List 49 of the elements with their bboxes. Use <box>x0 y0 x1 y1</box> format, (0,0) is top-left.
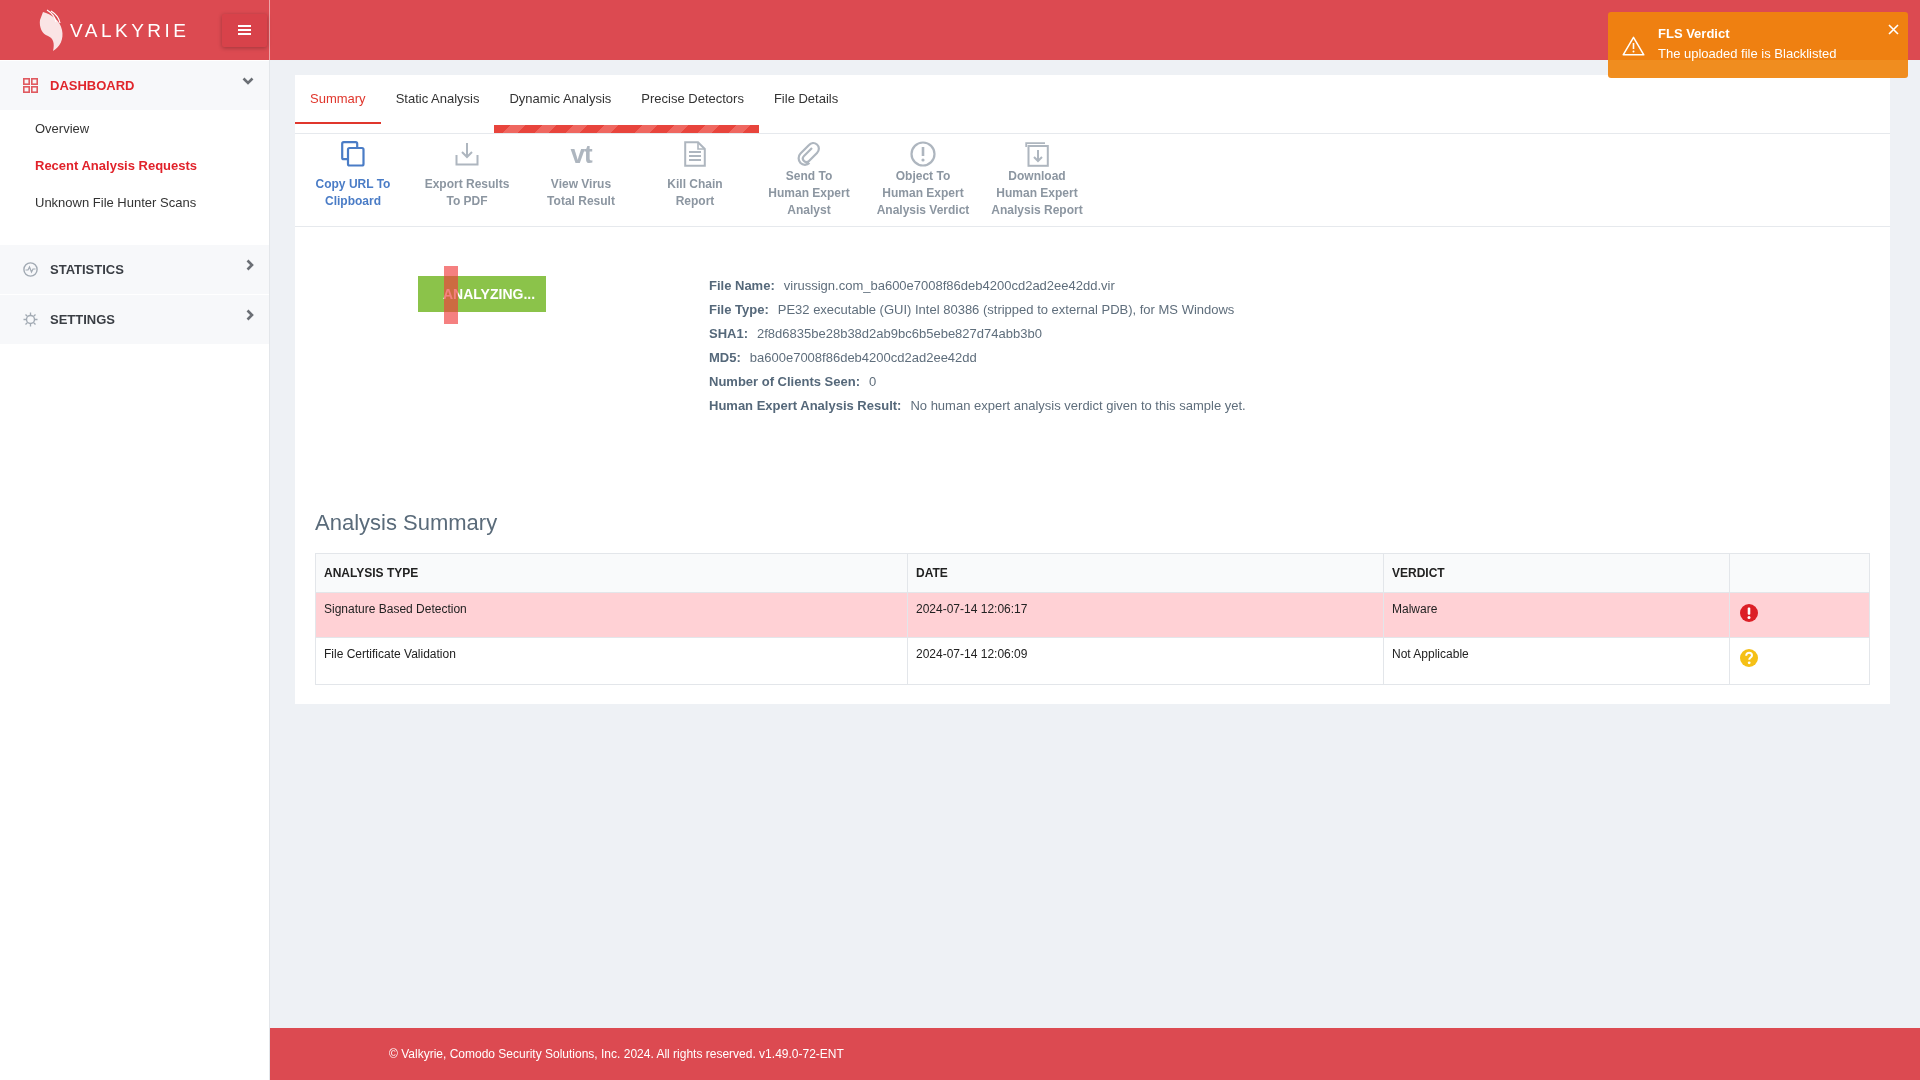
info-label: File Type: <box>709 301 769 319</box>
exclamation-circle-icon <box>910 141 936 167</box>
info-value: virussign.com_ba600e7008f86deb4200cd2ad2ee42dd.vir <box>783 277 1115 295</box>
grid-icon <box>23 78 38 93</box>
vt-icon: vt <box>570 141 592 167</box>
info-label: MD5: <box>709 349 741 367</box>
paperclip-icon <box>797 142 821 166</box>
document-icon <box>684 141 706 167</box>
toolbar-button[interactable]: Copy URL To Clipboard <box>296 134 410 226</box>
close-icon <box>1888 24 1899 35</box>
menu-button[interactable] <box>222 13 267 47</box>
sidebar-section-header[interactable]: STATISTICS <box>0 244 269 294</box>
table-cell: 2024-07-14 12:06:09 <box>908 638 1384 684</box>
copy-icon <box>341 141 365 167</box>
sidebar-link[interactable]: Recent Analysis Requests <box>0 147 269 184</box>
info-label: File Name: <box>709 277 775 295</box>
brand-name: VALKYRIE <box>70 20 190 42</box>
download-icon <box>455 142 479 166</box>
info-label: Human Expert Analysis Result: <box>709 397 902 415</box>
warning-icon <box>1622 36 1645 56</box>
info-value: ba600e7008f86deb4200cd2ad2ee42dd <box>749 349 977 367</box>
settings-icon <box>23 312 38 327</box>
info-value: PE32 executable (GUI) Intel 80386 (stripped to external PDB), for MS Windows <box>777 301 1235 319</box>
section-heading: Analysis Summary <box>315 509 499 537</box>
info-value: 0 <box>868 373 877 391</box>
info-value: 2f8d6835be28b38d2ab9bc6b5ebe827d74abb3b0 <box>757 325 1042 343</box>
info-label: Number of Clients Seen: <box>709 373 860 391</box>
table-cell: File Certificate Validation <box>316 638 908 684</box>
alert-icon <box>1740 604 1758 622</box>
copyright-text: © Valkyrie, Comodo Security Solutions, Inc. 2024. All rights reserved. v1.49.0-72-ENT <box>389 1047 844 1061</box>
sidebar-link[interactable]: Overview <box>0 110 269 147</box>
tab[interactable]: Dynamic Analysis <box>494 75 627 133</box>
analyzing-status-badge: ANALYZING... <box>418 276 546 312</box>
sidebar-section-header[interactable]: DASHBOARD <box>0 60 269 110</box>
pulse-circle-icon <box>23 262 38 277</box>
tab[interactable]: Static Analysis <box>380 75 495 133</box>
sidebar-link[interactable]: Unknown File Hunter Scans <box>0 184 269 221</box>
info-value: No human expert analysis verdict given to this sample yet. <box>910 397 1246 415</box>
table-cell: Not Applicable <box>1384 638 1730 684</box>
tab[interactable]: File Details <box>758 75 854 133</box>
close-button[interactable] <box>1887 23 1900 36</box>
sidebar-section-header[interactable]: SETTINGS <box>0 294 269 344</box>
info-label: SHA1: <box>709 325 748 343</box>
download-box-icon <box>1025 141 1049 167</box>
question-icon <box>1740 649 1758 667</box>
menu-icon <box>238 25 251 35</box>
tab[interactable]: Precise Detectors <box>626 75 759 133</box>
toast-title: FLS Verdict <box>1658 25 1731 43</box>
toast-message: The uploaded file is Blacklisted <box>1658 45 1837 63</box>
